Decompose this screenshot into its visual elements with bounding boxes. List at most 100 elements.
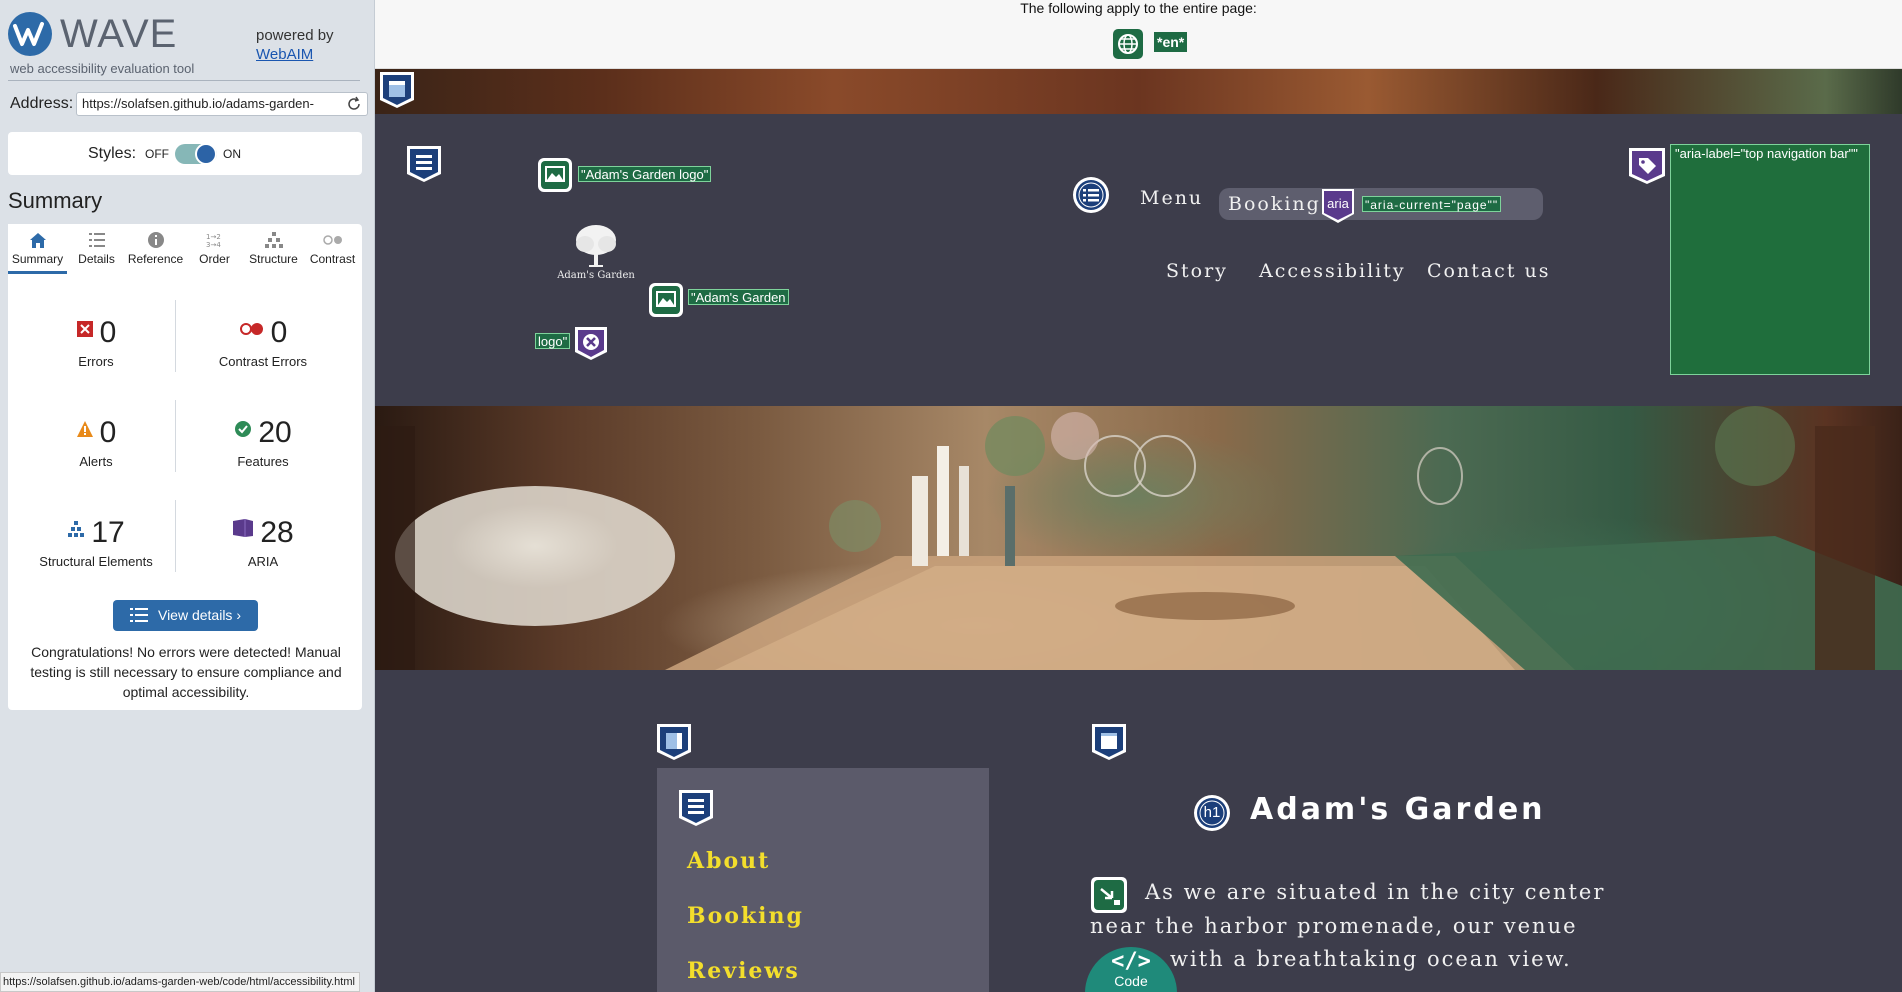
view-details-label: View details ›: [157, 607, 241, 623]
site-logo[interactable]: Adam's Garden: [551, 222, 641, 284]
aria-badge-icon[interactable]: aria: [1321, 188, 1355, 224]
stat-contrast-errors[interactable]: 0 Contrast Errors: [183, 316, 343, 369]
tab-structure[interactable]: Structure: [244, 224, 303, 274]
page-title: Adam's Garden: [1250, 792, 1546, 827]
image-alt-icon[interactable]: [537, 157, 573, 193]
list-icon: [129, 608, 148, 622]
order-icon: 1→23→4: [206, 233, 221, 249]
logo-alt-tip: "Adam's Garden logo": [578, 166, 712, 182]
close-icon[interactable]: [572, 324, 610, 362]
styles-on-label: ON: [223, 147, 241, 161]
alerts-label: Alerts: [79, 454, 113, 469]
styles-toggle[interactable]: [175, 143, 217, 165]
svg-text:3→4: 3→4: [206, 241, 221, 249]
paragraph-icon[interactable]: [1090, 876, 1128, 914]
stat-errors[interactable]: 0 Errors: [16, 316, 176, 369]
banner-scene: [375, 406, 1902, 670]
contrast-error-icon: [239, 323, 263, 335]
tab-details[interactable]: Details: [67, 224, 126, 274]
structure-icon: [264, 232, 283, 248]
powered-by-label: powered by: [256, 27, 334, 44]
h1-badge-label: h1: [1203, 804, 1221, 821]
features-label: Features: [237, 454, 289, 469]
tab-contrast[interactable]: Contrast: [303, 224, 362, 274]
wave-tagline: web accessibility evaluation tool: [10, 61, 195, 76]
congrats-message: Congratulations! No errors were detected…: [30, 644, 342, 700]
contrast-errors-label: Contrast Errors: [218, 354, 308, 369]
aria-label: ARIA: [247, 554, 279, 569]
structural-count: 17: [91, 516, 125, 549]
wave-logo-icon[interactable]: [8, 12, 52, 56]
structural-label: Structural Elements: [39, 554, 153, 569]
code-label: Code: [1114, 973, 1148, 989]
hero-banner-image: [375, 406, 1902, 670]
address-bar: Address: https://solafsen.github.io/adam…: [8, 92, 368, 116]
tab-label: Details: [78, 252, 115, 266]
tab-label: Order: [199, 252, 230, 266]
nav-aria-label-box: "aria-label="top navigation bar"": [1670, 144, 1870, 375]
info-icon: [147, 232, 164, 248]
address-input[interactable]: https://solafsen.github.io/adams-garden-: [76, 92, 368, 116]
contrast-errors-count: 0: [270, 316, 288, 349]
contrast-icon: [322, 235, 342, 245]
nav-contact-link[interactable]: Contact us: [1427, 260, 1550, 282]
stat-features[interactable]: 20 Features: [183, 416, 343, 469]
main-region-icon[interactable]: [1090, 722, 1128, 762]
applies-text: The following apply to the entire page:: [1020, 0, 1257, 16]
language-tag: *en*: [1154, 32, 1188, 52]
evaluated-page: The following apply to the entire page: …: [375, 0, 1902, 992]
side-link-reviews[interactable]: Reviews: [687, 958, 800, 984]
header-region-icon[interactable]: [378, 70, 416, 110]
intro-paragraph-line: near the harbor promenade, our venue: [1090, 914, 1578, 938]
side-link-about[interactable]: About: [687, 848, 770, 874]
code-icon: </>: [1111, 949, 1151, 974]
tab-order[interactable]: 1→2 3→4 Order: [185, 224, 244, 274]
side-link-booking[interactable]: Booking: [687, 903, 804, 929]
navigation-region-icon[interactable]: [677, 788, 715, 828]
address-label: Address:: [10, 95, 74, 112]
structure-icon: [68, 521, 85, 537]
tag-icon[interactable]: [1627, 146, 1667, 186]
code-toggle-button[interactable]: </> Code: [1085, 947, 1177, 992]
styles-toggle-panel: Styles: OFF ON: [8, 132, 362, 175]
tab-reference[interactable]: Reference: [126, 224, 185, 274]
summary-heading: Summary: [8, 188, 103, 213]
errors-label: Errors: [78, 354, 114, 369]
reload-icon[interactable]: [346, 96, 362, 112]
status-bar-url: https://solafsen.github.io/adams-garden-…: [0, 972, 360, 992]
intro-paragraph-line: As we are situated in the city center: [1145, 880, 1606, 904]
page-level-annotations: The following apply to the entire page: …: [375, 0, 1902, 69]
aside-region-icon[interactable]: [655, 722, 693, 762]
stat-alerts[interactable]: 0 Alerts: [16, 416, 176, 469]
stat-aria[interactable]: 28 ARIA: [183, 516, 343, 569]
view-details-button[interactable]: View details ›: [113, 600, 258, 631]
feature-check-icon: [235, 421, 252, 437]
stat-structural-elements[interactable]: 17 Structural Elements: [16, 516, 176, 569]
h1-heading-icon[interactable]: h1: [1193, 794, 1231, 832]
tab-label: Contrast: [309, 252, 356, 266]
header-photo-strip: [375, 69, 1902, 114]
nav-booking-link[interactable]: Booking: [1228, 193, 1321, 215]
features-count: 20: [258, 416, 292, 449]
webaim-link[interactable]: WebAIM: [256, 45, 334, 64]
powered-by: powered by WebAIM: [256, 26, 334, 64]
wave-sidebar: WAVE web accessibility evaluation tool p…: [0, 0, 375, 992]
error-icon: [76, 321, 93, 337]
list-icon[interactable]: [1072, 176, 1110, 214]
main-content: About Booking Reviews h1 Adam's Garden A…: [375, 670, 1902, 992]
nav-accessibility-link[interactable]: Accessibility: [1259, 260, 1406, 282]
summary-panel: Summary Details Reference 1→2 3→4 Order S…: [8, 224, 362, 710]
panel-tabs: Summary Details Reference 1→2 3→4 Order S…: [8, 224, 362, 274]
side-navigation: About Booking Reviews: [657, 768, 989, 992]
globe-icon[interactable]: [1113, 29, 1143, 59]
intro-paragraph-line: with a breathtaking ocean view.: [1170, 947, 1572, 971]
nav-story-link[interactable]: Story: [1166, 260, 1228, 282]
tab-summary[interactable]: Summary: [8, 224, 67, 274]
divider: [8, 80, 360, 81]
logo-alt-tip: "Adam's Garden: [688, 289, 789, 305]
image-alt-icon[interactable]: [648, 282, 684, 318]
alert-icon: [76, 421, 93, 437]
navigation-region-icon[interactable]: [405, 144, 443, 184]
tab-label: Summary: [11, 252, 64, 266]
nav-menu-link[interactable]: Menu: [1140, 187, 1203, 209]
